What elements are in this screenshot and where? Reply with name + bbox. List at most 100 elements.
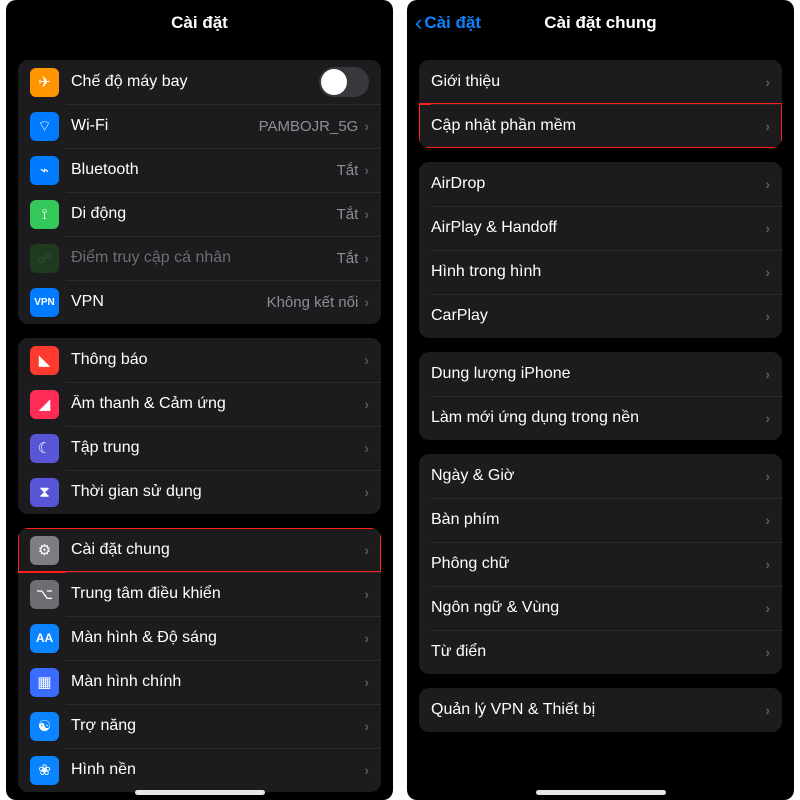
row-label: Di động: [71, 205, 337, 223]
row-label: Làm mới ứng dụng trong nền: [431, 409, 765, 427]
home-indicator[interactable]: [536, 790, 666, 795]
row-fonts[interactable]: Phông chữ ›: [419, 542, 782, 586]
row-value: Tắt: [337, 162, 359, 179]
chevron-right-icon: ›: [765, 556, 770, 572]
row-controlcenter[interactable]: ⌥ Trung tâm điều khiển ›: [18, 572, 381, 616]
row-airplane[interactable]: ✈ Chế độ máy bay: [18, 60, 381, 104]
group-connectivity: ✈ Chế độ máy bay ⌔ Wi-Fi PAMBOJR_5G › ⌁ …: [18, 60, 381, 324]
row-cellular[interactable]: ⟟ Di động Tắt ›: [18, 192, 381, 236]
group-storage: Dung lượng iPhone › Làm mới ứng dụng tro…: [419, 352, 782, 440]
row-sounds[interactable]: ◢ Âm thanh & Cảm ứng ›: [18, 382, 381, 426]
group-alerts: ◣ Thông báo › ◢ Âm thanh & Cảm ứng › ☾ T…: [18, 338, 381, 514]
row-label: Hình trong hình: [431, 263, 765, 281]
bluetooth-icon: ⌁: [30, 156, 59, 185]
chevron-right-icon: ›: [364, 440, 369, 456]
phone-general: ‹ Cài đặt Cài đặt chung Giới thiệu › Cập…: [407, 0, 794, 800]
flower-icon: ❀: [30, 756, 59, 785]
airplane-toggle[interactable]: [319, 67, 369, 97]
row-hotspot[interactable]: ☍ Điểm truy cập cá nhân Tắt ›: [18, 236, 381, 280]
chevron-right-icon: ›: [364, 118, 369, 134]
row-label: Bàn phím: [431, 511, 765, 529]
chevron-right-icon: ›: [364, 586, 369, 602]
row-label: Dung lượng iPhone: [431, 365, 765, 383]
chevron-right-icon: ›: [364, 718, 369, 734]
row-screentime[interactable]: ⧗ Thời gian sử dụng ›: [18, 470, 381, 514]
row-label: Cài đặt chung: [71, 541, 364, 559]
row-vpnmgmt[interactable]: Quản lý VPN & Thiết bị ›: [419, 688, 782, 732]
row-label: Ngày & Giờ: [431, 467, 765, 485]
accessibility-icon: ☯: [30, 712, 59, 741]
row-label: Tập trung: [71, 439, 364, 457]
row-vpn[interactable]: VPN VPN Không kết nối ›: [18, 280, 381, 324]
row-dictionary[interactable]: Từ điển ›: [419, 630, 782, 674]
row-about[interactable]: Giới thiệu ›: [419, 60, 782, 104]
row-value: Không kết nối: [267, 294, 359, 311]
row-homescreen[interactable]: ▦ Màn hình chính ›: [18, 660, 381, 704]
row-label: CarPlay: [431, 307, 765, 325]
row-storage[interactable]: Dung lượng iPhone ›: [419, 352, 782, 396]
chevron-right-icon: ›: [765, 512, 770, 528]
sliders-icon: ⌥: [30, 580, 59, 609]
chevron-right-icon: ›: [364, 352, 369, 368]
row-wifi[interactable]: ⌔ Wi-Fi PAMBOJR_5G ›: [18, 104, 381, 148]
row-airdrop[interactable]: AirDrop ›: [419, 162, 782, 206]
group-about: Giới thiệu › Cập nhật phần mềm ›: [419, 60, 782, 148]
chevron-right-icon: ›: [765, 468, 770, 484]
row-label: Trợ năng: [71, 717, 364, 735]
row-focus[interactable]: ☾ Tập trung ›: [18, 426, 381, 470]
group-sharing: AirDrop › AirPlay & Handoff › Hình trong…: [419, 162, 782, 338]
group-locale: Ngày & Giờ › Bàn phím › Phông chữ › Ngôn…: [419, 454, 782, 674]
row-label: Từ điển: [431, 643, 765, 661]
chevron-right-icon: ›: [364, 484, 369, 500]
row-wallpaper[interactable]: ❀ Hình nền ›: [18, 748, 381, 792]
row-label: Ngôn ngữ & Vùng: [431, 599, 765, 617]
chevron-right-icon: ›: [765, 644, 770, 660]
titlebar: ‹ Cài đặt Cài đặt chung: [407, 0, 794, 46]
row-airplay[interactable]: AirPlay & Handoff ›: [419, 206, 782, 250]
row-value: PAMBOJR_5G: [259, 118, 359, 135]
row-accessibility[interactable]: ☯ Trợ năng ›: [18, 704, 381, 748]
chevron-right-icon: ›: [765, 118, 770, 134]
row-software-update[interactable]: Cập nhật phần mềm ›: [419, 104, 782, 148]
screenshot-pair: Cài đặt ✈ Chế độ máy bay ⌔ Wi-Fi PAMBOJR…: [0, 0, 800, 800]
row-bgrefresh[interactable]: Làm mới ứng dụng trong nền ›: [419, 396, 782, 440]
row-label: Âm thanh & Cảm ứng: [71, 395, 364, 413]
row-label: Màn hình & Độ sáng: [71, 629, 364, 647]
wifi-icon: ⌔: [30, 112, 59, 141]
row-label: Điểm truy cập cá nhân: [71, 249, 337, 267]
antenna-icon: ⟟: [30, 200, 59, 229]
home-indicator[interactable]: [135, 790, 265, 795]
row-label: Hình nền: [71, 761, 364, 779]
gear-icon: ⚙: [30, 536, 59, 565]
chevron-right-icon: ›: [364, 762, 369, 778]
row-keyboard[interactable]: Bàn phím ›: [419, 498, 782, 542]
airplane-icon: ✈: [30, 68, 59, 97]
row-label: Wi-Fi: [71, 117, 259, 135]
vpn-icon: VPN: [30, 288, 59, 317]
phone-settings: Cài đặt ✈ Chế độ máy bay ⌔ Wi-Fi PAMBOJR…: [6, 0, 393, 800]
group-system: ⚙ Cài đặt chung › ⌥ Trung tâm điều khiển…: [18, 528, 381, 792]
row-label: AirPlay & Handoff: [431, 219, 765, 237]
row-display[interactable]: AA Màn hình & Độ sáng ›: [18, 616, 381, 660]
page-title: Cài đặt: [171, 13, 228, 33]
chevron-right-icon: ›: [765, 74, 770, 90]
row-carplay[interactable]: CarPlay ›: [419, 294, 782, 338]
chevron-right-icon: ›: [364, 250, 369, 266]
page-title: Cài đặt chung: [544, 13, 656, 33]
row-datetime[interactable]: Ngày & Giờ ›: [419, 454, 782, 498]
general-scroll[interactable]: Giới thiệu › Cập nhật phần mềm › AirDrop…: [407, 46, 794, 800]
settings-scroll[interactable]: ✈ Chế độ máy bay ⌔ Wi-Fi PAMBOJR_5G › ⌁ …: [6, 46, 393, 800]
row-pip[interactable]: Hình trong hình ›: [419, 250, 782, 294]
row-bluetooth[interactable]: ⌁ Bluetooth Tắt ›: [18, 148, 381, 192]
row-general[interactable]: ⚙ Cài đặt chung ›: [18, 528, 381, 572]
chevron-right-icon: ›: [364, 630, 369, 646]
row-label: Chế độ máy bay: [71, 73, 319, 91]
back-button[interactable]: ‹ Cài đặt: [415, 0, 481, 46]
group-vpn: Quản lý VPN & Thiết bị ›: [419, 688, 782, 732]
row-label: Màn hình chính: [71, 673, 364, 691]
row-language[interactable]: Ngôn ngữ & Vùng ›: [419, 586, 782, 630]
chevron-right-icon: ›: [765, 600, 770, 616]
row-value: Tắt: [337, 206, 359, 223]
row-label: Trung tâm điều khiển: [71, 585, 364, 603]
row-notifications[interactable]: ◣ Thông báo ›: [18, 338, 381, 382]
